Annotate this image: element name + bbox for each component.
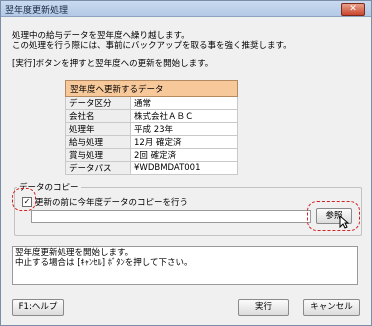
- dialog-window: 翌年度更新処理 ✕ 処理中の給与データを翌年度へ繰り越します。 この処理を行う際…: [0, 0, 372, 326]
- execute-button[interactable]: 実行: [238, 299, 289, 316]
- intro-line-2: この処理を行う際には、事前にバックアップを取る事を強く推奨します。: [12, 41, 292, 51]
- cancel-button[interactable]: キャンセル: [303, 299, 360, 316]
- help-button[interactable]: F1:ヘルプ: [12, 299, 64, 316]
- mouse-cursor-icon: [339, 215, 349, 229]
- row-value: 平成 23年: [130, 122, 238, 136]
- table-row: 会社名 株式会社ＡＢＣ: [65, 109, 238, 123]
- row-label: 処理年: [65, 122, 131, 136]
- row-value: 通常: [130, 96, 238, 110]
- row-label: 賞与処理: [65, 148, 131, 162]
- row-value: 2回 確定済: [130, 148, 238, 162]
- close-button[interactable]: ✕: [341, 3, 365, 16]
- row-label: データ区分: [65, 96, 131, 110]
- window-title: 翌年度更新処理: [5, 6, 69, 16]
- message-box: 翌年度更新処理を開始します。 中止する場合は [ｷｬﾝｾﾙ] ﾎﾞﾀﾝを押して下…: [12, 246, 358, 285]
- row-value: 12月 確定済: [130, 135, 238, 149]
- check-mark-icon: ✓: [23, 197, 31, 206]
- table-row: データ区分 通常: [65, 96, 238, 110]
- row-label: 会社名: [65, 109, 131, 123]
- title-bar: 翌年度更新処理 ✕: [1, 1, 371, 17]
- message-line-1: 翌年度更新処理を開始します。: [15, 248, 134, 258]
- message-line-2: 中止する場合は [ｷｬﾝｾﾙ] ﾎﾞﾀﾝを押して下さい。: [15, 258, 193, 268]
- intro-line-3: [実行]ボタンを押すと翌年度への更新を開始します。: [12, 59, 214, 69]
- row-value: ¥WDBMDAT001: [130, 161, 238, 175]
- copy-path-field[interactable]: [31, 210, 311, 223]
- table-row: 賞与処理 2回 確定済: [65, 148, 238, 162]
- table-row: 処理年 平成 23年: [65, 122, 238, 136]
- copy-checkbox-label: 更新の前に今年度データのコピーを行う: [35, 198, 189, 208]
- row-label: 給与処理: [65, 135, 131, 149]
- table-row: データパス ¥WDBMDAT001: [65, 161, 238, 175]
- table-header: 翌年度へ更新するデータ: [65, 80, 238, 97]
- row-value: 株式会社ＡＢＣ: [130, 109, 238, 123]
- copy-checkbox[interactable]: ✓: [22, 197, 32, 207]
- intro-line-1: 処理中の給与データを翌年度へ繰り越します。: [12, 31, 190, 41]
- highlight-browse: [307, 201, 360, 231]
- row-label: データパス: [65, 161, 131, 175]
- update-data-table: 翌年度へ更新するデータ データ区分 通常 会社名 株式会社ＡＢＣ 処理年 平成 …: [65, 80, 238, 175]
- table-row: 給与処理 12月 確定済: [65, 135, 238, 149]
